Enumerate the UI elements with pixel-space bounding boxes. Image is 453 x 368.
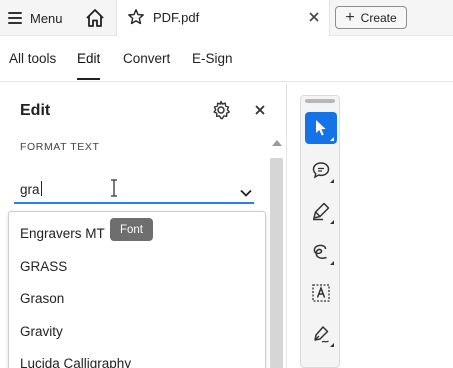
document-tab[interactable]: PDF.pdf (116, 0, 330, 36)
i-beam-cursor-icon (110, 179, 118, 197)
create-button[interactable]: + Create (335, 6, 407, 29)
font-option-engravers-mt[interactable]: Engravers MT (20, 226, 105, 241)
highlight-text-button[interactable] (305, 195, 337, 227)
sign-pen-icon (314, 326, 329, 343)
close-icon[interactable] (253, 103, 267, 117)
font-option-gravity[interactable]: Gravity (20, 324, 63, 339)
fill-and-sign-button[interactable] (305, 318, 337, 350)
plus-icon: + (345, 8, 355, 26)
text-box-icon (312, 284, 330, 302)
more-options-indicator (330, 220, 334, 224)
more-options-indicator (330, 137, 334, 141)
more-options-indicator (330, 261, 334, 265)
toolbar: All tools Edit Convert E-Sign (0, 36, 453, 82)
panel-title: Edit (20, 102, 51, 119)
home-icon[interactable] (84, 7, 106, 29)
select-tool-icon (316, 120, 326, 136)
star-icon[interactable] (127, 8, 145, 26)
font-tooltip: Font (110, 218, 153, 241)
freehand-draw-icon (313, 244, 327, 259)
comment-icon (312, 162, 330, 179)
add-comment-button[interactable] (305, 154, 337, 186)
menu-button[interactable]: Menu (8, 7, 63, 29)
more-options-indicator (330, 343, 334, 347)
panel-scrollbar[interactable] (269, 138, 284, 368)
highlight-pen-icon (312, 202, 330, 221)
create-label: Create (360, 10, 397, 25)
tab-convert[interactable]: Convert (123, 51, 170, 66)
more-options-indicator (330, 179, 334, 183)
chevron-down-icon[interactable] (240, 184, 252, 197)
close-tab-icon[interactable] (307, 10, 321, 24)
add-text-button[interactable] (305, 277, 337, 309)
select-tool-button[interactable] (305, 112, 337, 144)
font-option-lucida-calligraphy[interactable]: Lucida Calligraphy (20, 356, 131, 368)
title-bar: Menu PDF.pdf + Create (0, 0, 453, 36)
font-option-grason[interactable]: Grason (20, 291, 64, 306)
tab-e-sign[interactable]: E-Sign (192, 51, 233, 66)
font-family-input[interactable]: gra (14, 176, 254, 204)
text-caret (40, 181, 42, 196)
scroll-up-arrow-icon[interactable] (272, 140, 282, 146)
font-input-value[interactable]: gra (20, 181, 42, 197)
menu-label: Menu (30, 10, 63, 26)
font-option-grass[interactable]: GRASS (20, 259, 67, 274)
quick-tools-rail (300, 95, 340, 368)
tab-all-tools[interactable]: All tools (9, 51, 56, 66)
tab-edit[interactable]: Edit (77, 51, 101, 80)
scrollbar-thumb[interactable] (270, 158, 283, 368)
document-tab-title: PDF.pdf (153, 10, 200, 25)
gear-icon[interactable] (211, 100, 231, 120)
draw-freehand-button[interactable] (305, 236, 337, 268)
section-label-format-text: FORMAT TEXT (20, 141, 100, 153)
hamburger-icon (8, 12, 22, 24)
rail-drag-handle[interactable] (305, 99, 335, 103)
